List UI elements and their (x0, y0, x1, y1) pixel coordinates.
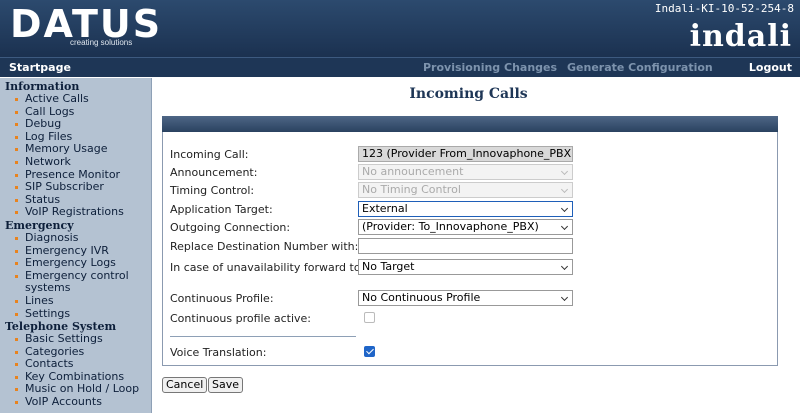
divider (170, 336, 356, 337)
nav-provisioning-changes[interactable]: Provisioning Changes (423, 61, 557, 74)
continuous-active-label: Continuous profile active: (170, 312, 312, 325)
chevron-down-icon (560, 293, 569, 302)
bullet-icon (15, 363, 18, 367)
row-unavailability-forward: In case of unavailability forward to: No… (170, 259, 770, 275)
sidebar-item-settings[interactable]: Settings (0, 307, 151, 321)
page-title: Incoming Calls (409, 86, 528, 102)
timing-control-select: No Timing Control (358, 182, 573, 198)
sidebar-item-lines[interactable]: Lines (0, 294, 151, 308)
bullet-icon (15, 123, 18, 127)
bullet-icon (15, 274, 18, 278)
sidebar-item-emergency-logs[interactable]: Emergency Logs (0, 256, 151, 270)
outgoing-connection-select[interactable]: (Provider: To_Innovaphone_PBX) (358, 219, 573, 235)
bullet-icon (15, 110, 18, 114)
form-panel: Incoming Call: 123 (Provider From_Innova… (162, 132, 778, 366)
bullet-icon (15, 148, 18, 152)
timing-control-label: Timing Control: (170, 184, 255, 197)
bullet-icon (15, 98, 18, 101)
bullet-icon (15, 388, 18, 392)
unavailability-forward-select[interactable]: No Target (358, 259, 573, 275)
continuous-profile-label: Continuous Profile: (170, 292, 274, 305)
indali-logo: indali (689, 19, 792, 54)
top-nav: Startpage Provisioning Changes Generate … (0, 57, 800, 77)
announcement-select: No announcement (358, 164, 573, 180)
bullet-icon (15, 299, 18, 303)
nav-logout[interactable]: Logout (749, 61, 792, 74)
row-outgoing-connection: Outgoing Connection: (Provider: To_Innov… (170, 219, 770, 235)
announcement-label: Announcement: (170, 166, 258, 179)
continuous-active-checkbox[interactable] (364, 312, 375, 323)
chevron-down-icon (560, 204, 569, 213)
row-continuous-active: Continuous profile active: (170, 310, 770, 326)
cancel-button[interactable]: Cancel (162, 377, 208, 393)
continuous-profile-select[interactable]: No Continuous Profile (358, 290, 573, 306)
sidebar-item-active-calls[interactable]: Active Calls (0, 92, 151, 106)
hostname: Indali-KI-10-52-254-8 (654, 2, 794, 15)
incoming-call-label: Incoming Call: (170, 148, 249, 161)
sidebar: Information Active Calls Call Logs Debug… (0, 78, 152, 413)
row-announcement: Announcement: No announcement (170, 164, 770, 180)
bullet-icon (15, 249, 18, 253)
incoming-call-field: 123 (Provider From_Innovaphone_PBX) (358, 146, 573, 162)
row-continuous-profile: Continuous Profile: No Continuous Profil… (170, 290, 770, 306)
logo-tagline: creating solutions (70, 38, 133, 47)
row-replace-destination: Replace Destination Number with: (170, 238, 770, 254)
voice-translation-checkbox[interactable] (364, 346, 375, 357)
panel-header (162, 116, 778, 132)
chevron-down-icon (560, 222, 569, 231)
bullet-icon (15, 198, 18, 202)
bullet-icon (15, 211, 18, 215)
header: DATUS creating solutions Indali-KI-10-52… (0, 0, 800, 57)
bullet-icon (15, 401, 18, 405)
row-timing-control: Timing Control: No Timing Control (170, 182, 770, 198)
row-incoming-call: Incoming Call: 123 (Provider From_Innova… (170, 146, 770, 162)
bullet-icon (15, 262, 18, 266)
sidebar-item-voip-registrations[interactable]: VoIP Registrations (0, 206, 151, 219)
row-voice-translation: Voice Translation: (170, 344, 770, 360)
bullet-icon (15, 350, 18, 354)
bullet-icon (15, 173, 18, 177)
sidebar-item-diagnosis[interactable]: Diagnosis (0, 231, 151, 245)
sidebar-item-voip-accounts[interactable]: VoIP Accounts (0, 395, 151, 409)
sidebar-item-sip-subscriber[interactable]: SIP Subscriber (0, 180, 151, 194)
chevron-down-icon (560, 167, 569, 176)
chevron-down-icon (560, 262, 569, 271)
sidebar-item-contacts[interactable]: Contacts (0, 357, 151, 371)
application-target-select[interactable]: External (358, 201, 573, 217)
bullet-icon (15, 338, 18, 342)
chevron-down-icon (560, 185, 569, 194)
voice-translation-label: Voice Translation: (170, 346, 267, 359)
nav-startpage[interactable]: Startpage (9, 61, 71, 74)
bullet-icon (15, 186, 18, 190)
bullet-icon (15, 236, 18, 240)
replace-destination-label: Replace Destination Number with: (170, 240, 359, 253)
sidebar-item-network[interactable]: Network (0, 155, 151, 169)
bullet-icon (15, 135, 18, 139)
unavailability-forward-label: In case of unavailability forward to: (170, 261, 365, 274)
replace-destination-input[interactable] (358, 238, 573, 254)
sidebar-item-emergency-control-systems[interactable]: Emergency control (0, 269, 151, 283)
nav-generate-configuration[interactable]: Generate Configuration (567, 61, 713, 74)
outgoing-connection-label: Outgoing Connection: (170, 221, 291, 234)
bullet-icon (15, 375, 18, 379)
bullet-icon (15, 160, 18, 164)
bullet-icon (15, 312, 18, 316)
save-button[interactable]: Save (208, 377, 244, 393)
application-target-label: Application Target: (170, 203, 273, 216)
sidebar-item-basic-settings[interactable]: Basic Settings (0, 332, 151, 346)
main-content: Incoming Calls Incoming Call: 123 (Provi… (160, 78, 795, 413)
row-application-target: Application Target: External (170, 201, 770, 217)
sidebar-item-debug[interactable]: Debug (0, 117, 151, 131)
